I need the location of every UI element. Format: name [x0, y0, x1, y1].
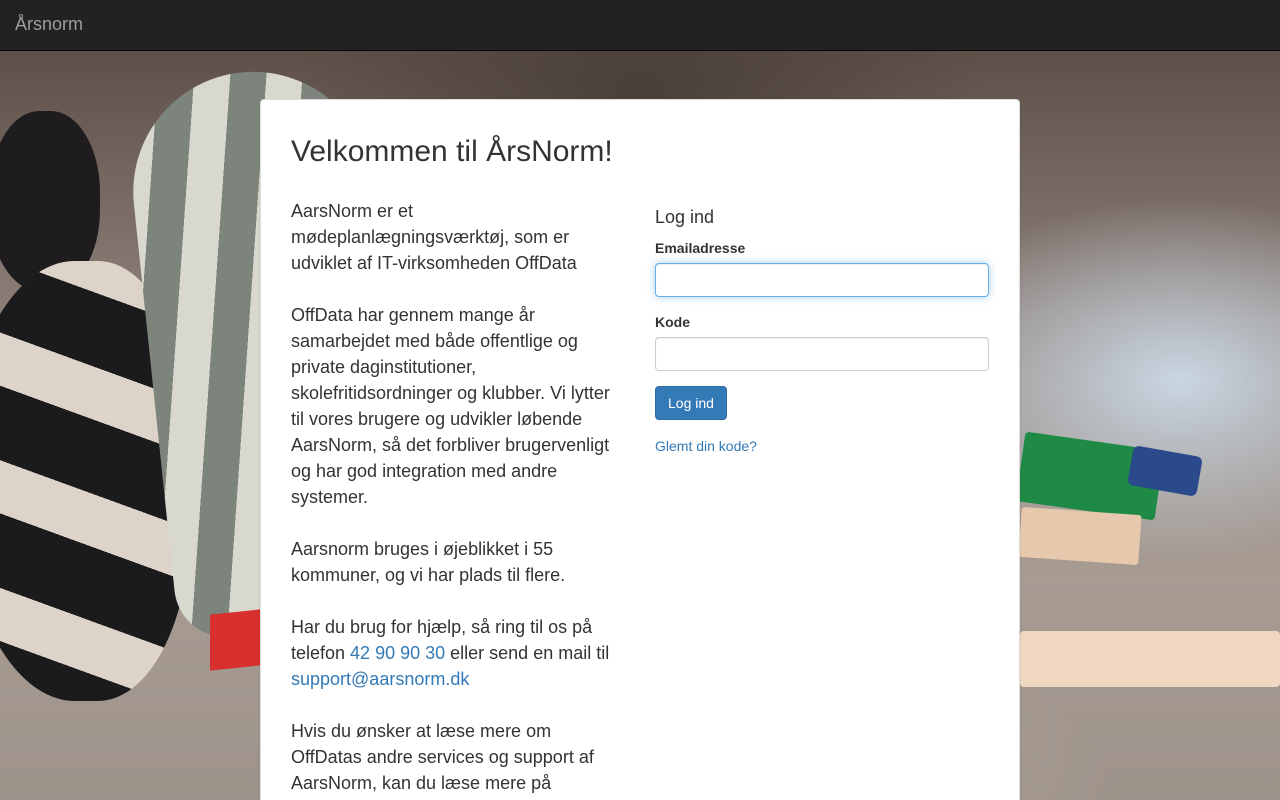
email-label: Emailadresse — [655, 240, 746, 256]
welcome-panel: Velkommen til ÅrsNorm! AarsNorm er et mø… — [260, 99, 1020, 800]
contact-paragraph: Har du brug for hjælp, så ring til os på… — [291, 614, 621, 692]
info-column: AarsNorm er et mødeplanlægningsværktøj, … — [291, 198, 621, 800]
login-button[interactable]: Log ind — [655, 386, 727, 420]
password-field[interactable] — [655, 337, 989, 371]
login-form: Log ind Emailadresse Kode Log ind Glemt … — [655, 204, 989, 454]
background-shape — [1020, 631, 1280, 687]
info-paragraph: Aarsnorm bruges i øjeblikket i 55 kommun… — [291, 539, 566, 585]
info-paragraph: Hvis du ønsker at læse mere om OffDatas … — [291, 721, 594, 793]
email-field[interactable] — [655, 263, 989, 297]
email-link[interactable]: support@aarsnorm.dk — [291, 669, 469, 689]
page-title: Velkommen til ÅrsNorm! — [291, 135, 613, 168]
forgot-password-link[interactable]: Glemt din kode? — [655, 438, 989, 454]
contact-text: eller send en mail til — [445, 643, 610, 663]
info-paragraph: OffData har gennem mange år samarbejdet … — [291, 305, 610, 507]
brand-link[interactable]: Årsnorm — [15, 14, 83, 35]
background-shape — [1018, 506, 1142, 566]
info-paragraph: AarsNorm er et mødeplanlægningsværktøj, … — [291, 201, 577, 273]
password-label: Kode — [655, 314, 690, 330]
login-heading: Log ind — [655, 207, 715, 227]
phone-link[interactable]: 42 90 90 30 — [350, 643, 445, 663]
top-navbar: Årsnorm — [0, 0, 1280, 51]
